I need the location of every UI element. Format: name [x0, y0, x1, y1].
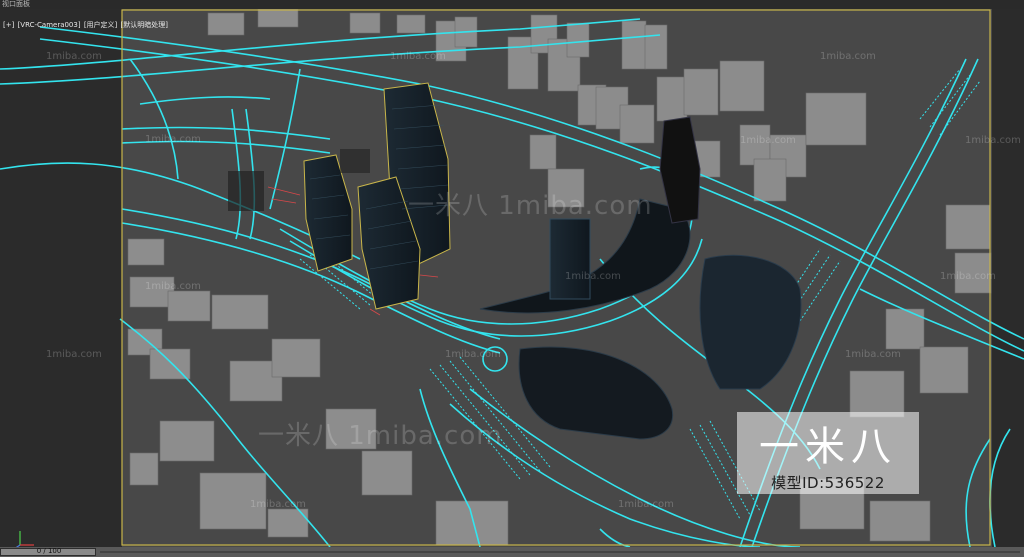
viewport-menu-camera[interactable]: [VRC-Camera003]	[18, 21, 81, 29]
watermark-large: 一米八 1miba.com	[258, 421, 503, 451]
watermark-large: 一米八 1miba.com	[408, 191, 653, 221]
watermark: 1miba.com	[250, 499, 306, 510]
model-id-text: 模型ID:536522	[771, 474, 885, 492]
watermark: 1miba.com	[820, 51, 876, 62]
viewport-menu-view[interactable]: [用户定义]	[84, 21, 117, 29]
watermark: 1miba.com	[618, 499, 674, 510]
watermark: 1miba.com	[445, 349, 501, 360]
axis-gizmo-icon	[12, 527, 42, 547]
watermark: 1miba.com	[145, 281, 201, 292]
stamp-logo: 一米八	[759, 424, 897, 470]
watermark: 1miba.com	[845, 349, 901, 360]
time-slider[interactable]: 0 / 100	[0, 547, 96, 556]
watermark: 1miba.com	[46, 349, 102, 360]
timeline-track[interactable]	[100, 551, 1020, 553]
title-bar: 视口面板	[0, 0, 1024, 9]
watermark: 1miba.com	[46, 51, 102, 62]
watermark: 1miba.com	[740, 135, 796, 146]
watermark: 1miba.com	[145, 134, 201, 145]
watermark: 1miba.com	[940, 271, 996, 282]
viewport-menu-plus[interactable]: [+]	[3, 21, 14, 29]
watermark-stamp: 一米八 模型ID:536522	[737, 412, 919, 494]
frame-counter: 0 / 100	[36, 547, 62, 555]
viewport-menu-shading[interactable]: [默认明暗处理]	[121, 21, 168, 29]
watermark: 1miba.com	[965, 135, 1021, 146]
window-title: 视口面板	[2, 0, 30, 8]
watermark: 1miba.com	[565, 271, 621, 282]
watermark: 1miba.com	[390, 51, 446, 62]
viewport-label-menu[interactable]: [+] [VRC-Camera003] [用户定义] [默认明暗处理]	[3, 20, 169, 30]
